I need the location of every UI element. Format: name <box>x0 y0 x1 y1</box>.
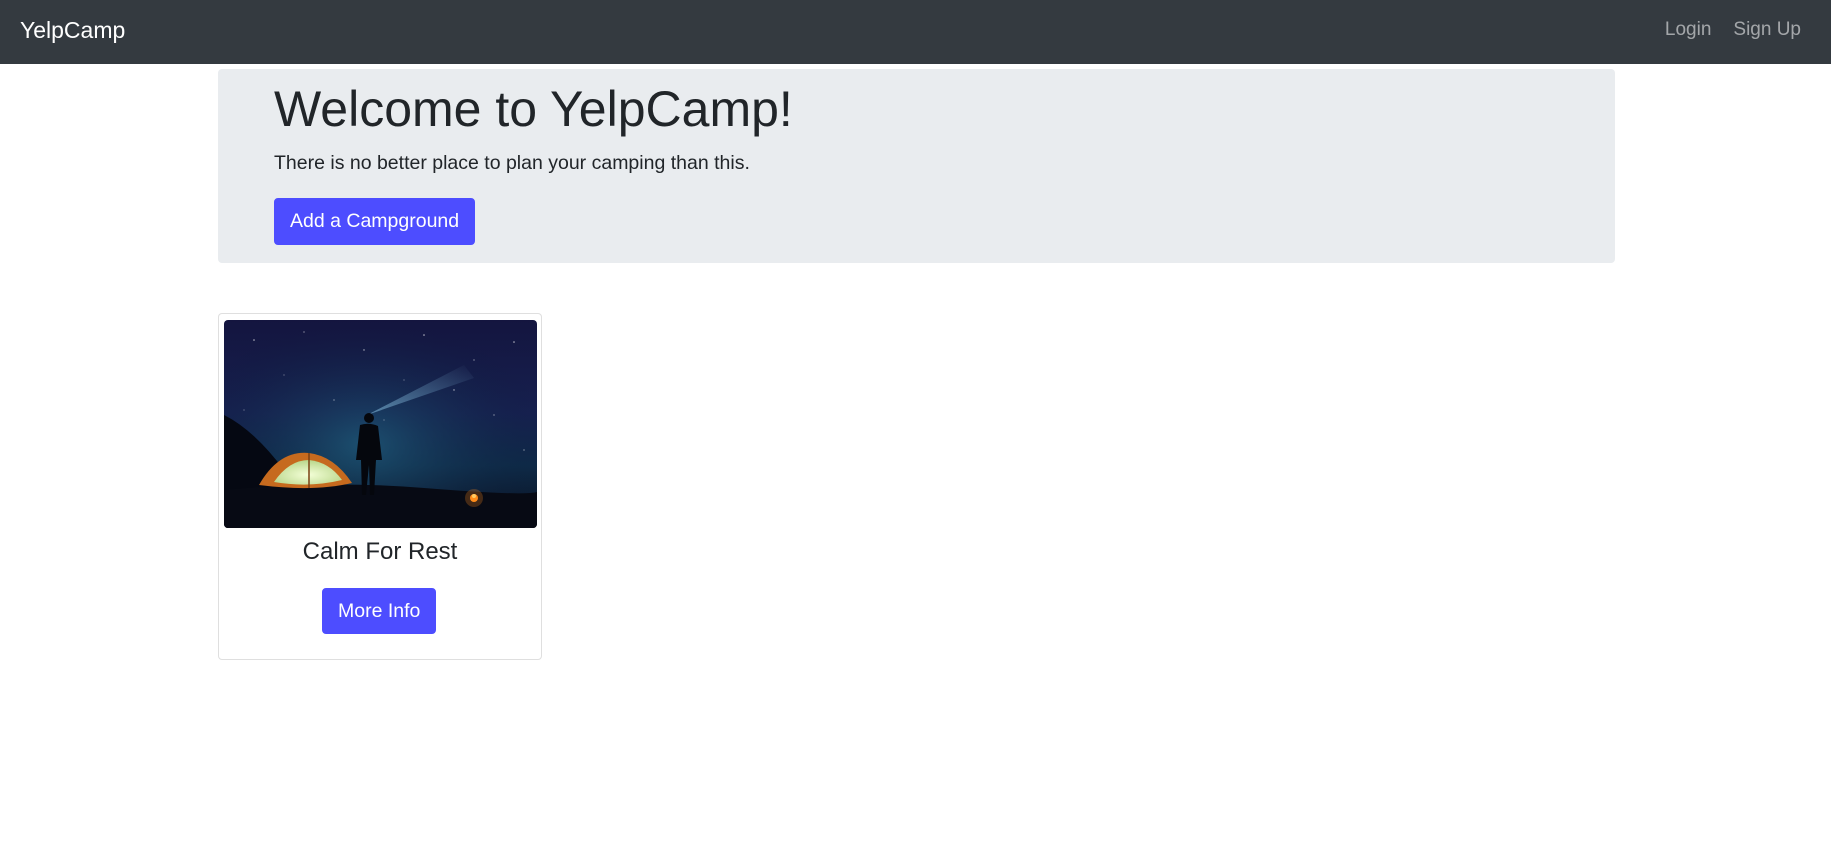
signup-link[interactable]: Sign Up <box>1733 0 1801 60</box>
more-info-button[interactable]: More Info <box>322 588 437 634</box>
nav-right-links: Login Sign Up <box>1665 0 1831 60</box>
campground-name: Calm For Rest <box>302 538 458 565</box>
page-lead: There is no better place to plan your ca… <box>274 152 750 174</box>
welcome-jumbotron: Welcome to YelpCamp! There is no better … <box>218 69 1615 263</box>
campground-card: Calm For Rest More Info <box>218 313 542 660</box>
login-link[interactable]: Login <box>1665 0 1712 60</box>
navbar: YelpCamp Login Sign Up <box>0 0 1831 64</box>
brand-link[interactable]: YelpCamp <box>20 0 125 60</box>
campground-image <box>224 320 537 528</box>
page-title: Welcome to YelpCamp! <box>274 81 793 137</box>
add-campground-button[interactable]: Add a Campground <box>274 198 476 245</box>
